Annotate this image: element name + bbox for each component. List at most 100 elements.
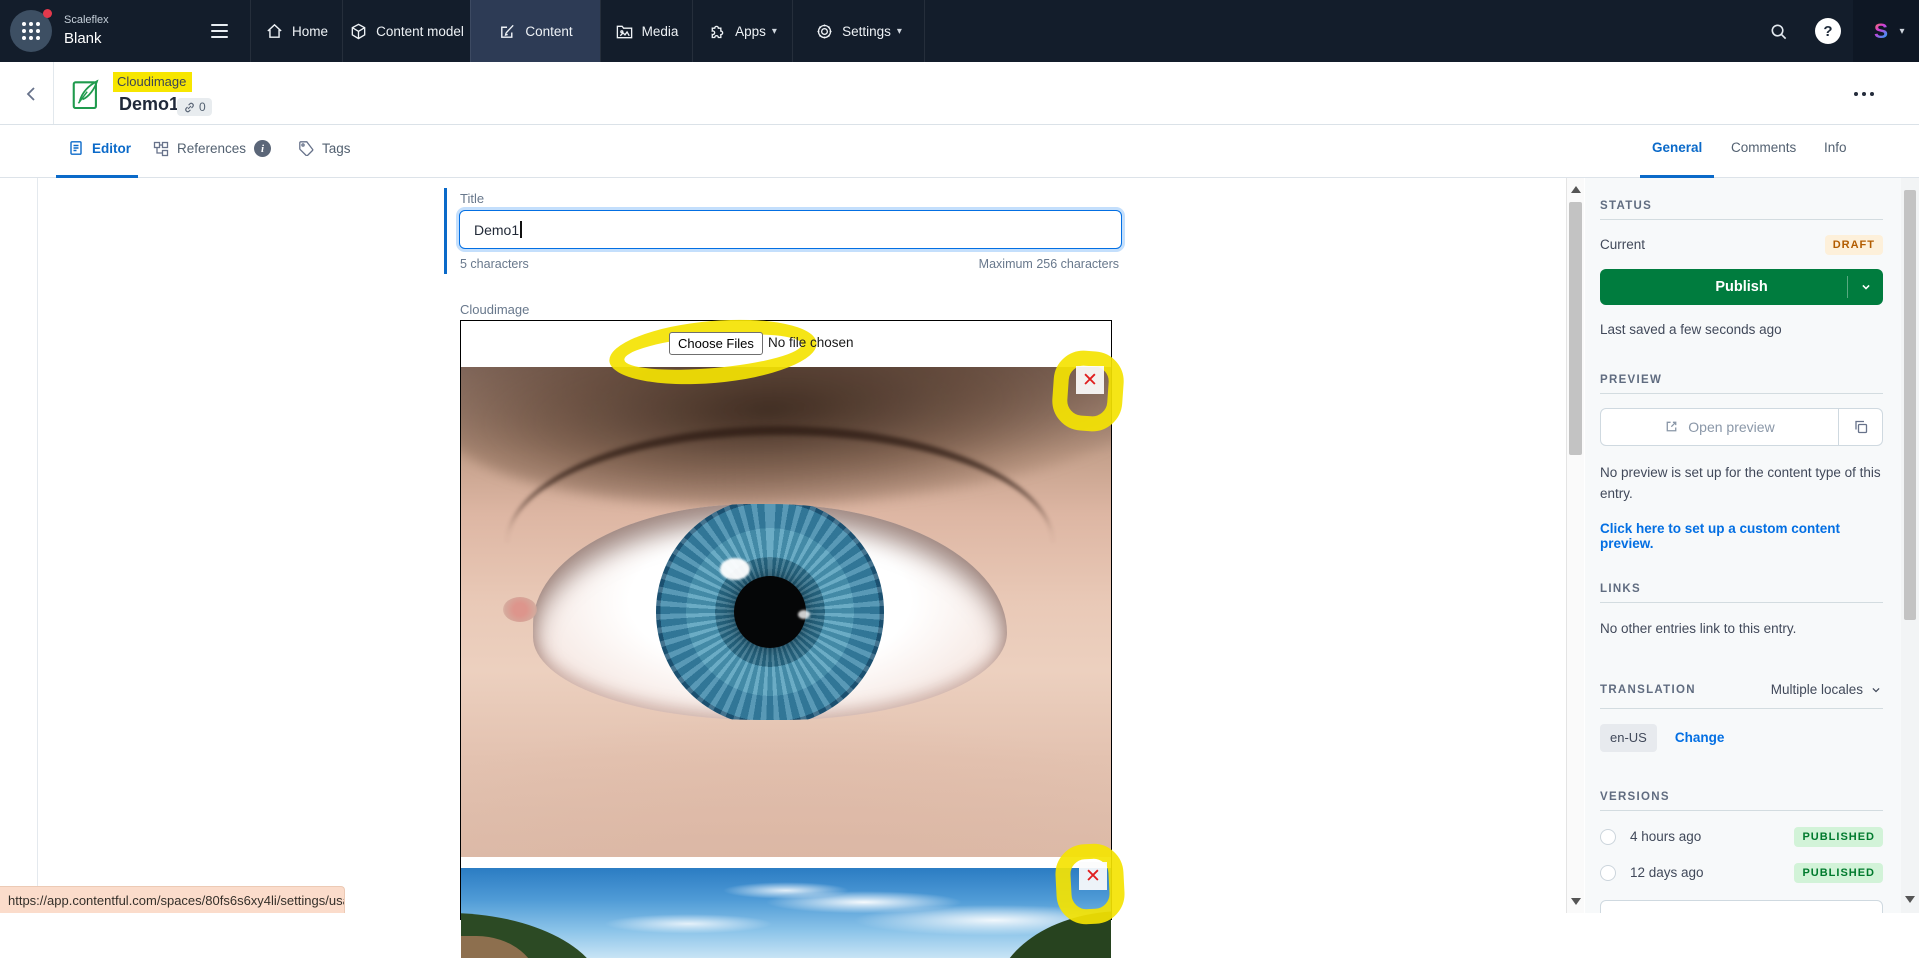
char-max: Maximum 256 characters — [979, 257, 1119, 271]
nav-label: Content — [525, 24, 572, 39]
choose-files-button[interactable]: Choose Files — [669, 332, 763, 355]
remove-image-button[interactable]: ✕ — [1076, 366, 1104, 394]
nav-item-home[interactable]: Home — [250, 0, 342, 62]
version-row: 12 days ago PUBLISHED — [1600, 863, 1883, 883]
editor-main-area: Title Demo1 5 characters Maximum 256 cha… — [0, 178, 1566, 913]
nav-item-content-model[interactable]: Content model — [342, 0, 470, 62]
chevron-down-icon — [1869, 683, 1883, 697]
nav-label: Settings — [842, 24, 891, 39]
entry-sidebar: STATUS Current DRAFT Publish Last saved … — [1585, 178, 1919, 913]
back-button[interactable] — [18, 80, 46, 108]
links-note: No other entries link to this entry. — [1600, 619, 1883, 640]
publish-dropdown[interactable] — [1847, 276, 1883, 298]
grid-dots-icon — [22, 22, 40, 40]
tab-label: Editor — [92, 141, 131, 156]
remove-image-button[interactable]: ✕ — [1079, 862, 1107, 890]
compare-versions-button[interactable]: Compare with current version — [1600, 900, 1883, 913]
divider — [1600, 810, 1883, 811]
tab-label: References — [177, 141, 246, 156]
locales-selector[interactable]: Multiple locales — [1771, 680, 1883, 701]
nav-label: Home — [292, 24, 328, 39]
nav-label: Media — [642, 24, 679, 39]
copy-preview-url-button[interactable] — [1839, 408, 1883, 446]
tag-icon — [298, 140, 314, 156]
tab-comments[interactable]: Comments — [1731, 140, 1796, 155]
publish-button[interactable]: Publish — [1600, 269, 1883, 305]
tab-general[interactable]: General — [1652, 140, 1702, 155]
status-badge: DRAFT — [1825, 235, 1883, 255]
versions-heading: VERSIONS — [1600, 791, 1883, 803]
main-nav: Home Content model Content Media Apps ▾ … — [250, 0, 925, 62]
divider — [1600, 219, 1883, 220]
open-preview-button[interactable]: Open preview — [1600, 408, 1839, 446]
close-icon: ✕ — [1082, 371, 1098, 390]
annotation-highlight: Cloudimage — [117, 74, 186, 89]
scroll-up-arrow[interactable] — [1571, 186, 1581, 193]
scroll-down-arrow[interactable] — [1905, 896, 1915, 903]
avatar: S — [1867, 17, 1895, 45]
document-icon — [68, 140, 84, 156]
hamburger-menu-button[interactable] — [190, 0, 248, 62]
cloudimage-field-label: Cloudimage — [460, 302, 529, 317]
entry-type-icon — [72, 77, 100, 111]
links-heading: LINKS — [1600, 583, 1883, 595]
title-input[interactable]: Demo1 — [459, 210, 1122, 249]
locales-selector-value: Multiple locales — [1771, 680, 1863, 701]
references-icon — [153, 141, 169, 157]
open-preview-label: Open preview — [1688, 419, 1774, 435]
scrollbar-thumb[interactable] — [1904, 190, 1916, 620]
account-menu[interactable]: S ▾ — [1853, 0, 1919, 62]
published-badge: PUBLISHED — [1794, 863, 1883, 883]
chevron-down-icon: ▾ — [1899, 26, 1904, 37]
tab-info[interactable]: Info — [1824, 140, 1847, 155]
help-button[interactable]: ? — [1803, 0, 1853, 62]
nav-item-content[interactable]: Content — [470, 0, 600, 62]
settings-icon — [815, 22, 834, 41]
version-time[interactable]: 4 hours ago — [1630, 829, 1780, 844]
version-time[interactable]: 12 days ago — [1630, 865, 1780, 880]
tab-references[interactable]: References i — [153, 140, 271, 157]
nav-item-media[interactable]: Media — [600, 0, 692, 62]
title-input-value: Demo1 — [474, 222, 519, 238]
sidebar-scrollbar[interactable] — [1901, 178, 1919, 913]
apps-icon — [708, 22, 727, 41]
version-row: 4 hours ago PUBLISHED — [1600, 827, 1883, 847]
current-label: Current — [1600, 235, 1645, 256]
nav-item-apps[interactable]: Apps ▾ — [692, 0, 792, 62]
setup-preview-link[interactable]: Click here to set up a custom content pr… — [1600, 521, 1883, 551]
notification-dot — [43, 9, 52, 18]
app-launcher-button[interactable] — [10, 10, 52, 52]
preview-note: No preview is set up for the content typ… — [1600, 463, 1883, 505]
links-count: 0 — [199, 100, 206, 114]
tab-editor[interactable]: Editor — [68, 140, 131, 156]
version-radio[interactable] — [1600, 865, 1616, 881]
top-navigation: Scaleflex Blank Home Content model Conte… — [0, 0, 1919, 62]
content-model-icon — [349, 22, 368, 41]
svg-text:S: S — [1874, 20, 1888, 43]
divider — [1600, 602, 1883, 603]
preview-heading: PREVIEW — [1600, 374, 1883, 386]
search-icon — [1769, 22, 1788, 41]
title-field-label: Title — [460, 191, 484, 206]
entry-header: Cloudimage Demo1 0 — [0, 62, 1919, 125]
nav-label: Content model — [376, 24, 464, 39]
published-badge: PUBLISHED — [1794, 827, 1883, 847]
version-radio[interactable] — [1600, 829, 1616, 845]
tab-tags[interactable]: Tags — [298, 140, 351, 156]
links-count-badge: 0 — [177, 98, 212, 116]
divider — [53, 62, 54, 124]
scrollbar-thumb[interactable] — [1569, 202, 1582, 455]
space-name-block: Scaleflex Blank — [64, 13, 109, 49]
publish-label: Publish — [1600, 279, 1847, 295]
cloudimage-widget: Choose Files No file chosen ✕ ✕ — [460, 320, 1112, 920]
char-count: 5 characters — [460, 257, 529, 271]
scroll-down-arrow[interactable] — [1571, 898, 1581, 905]
text-cursor — [520, 221, 522, 238]
more-actions-button[interactable] — [1846, 84, 1882, 104]
close-icon: ✕ — [1085, 867, 1101, 886]
info-icon[interactable]: i — [254, 140, 271, 157]
nav-item-settings[interactable]: Settings ▾ — [792, 0, 925, 62]
change-locale-link[interactable]: Change — [1675, 730, 1725, 745]
search-button[interactable] — [1753, 0, 1803, 62]
main-scrollbar[interactable] — [1566, 178, 1584, 913]
